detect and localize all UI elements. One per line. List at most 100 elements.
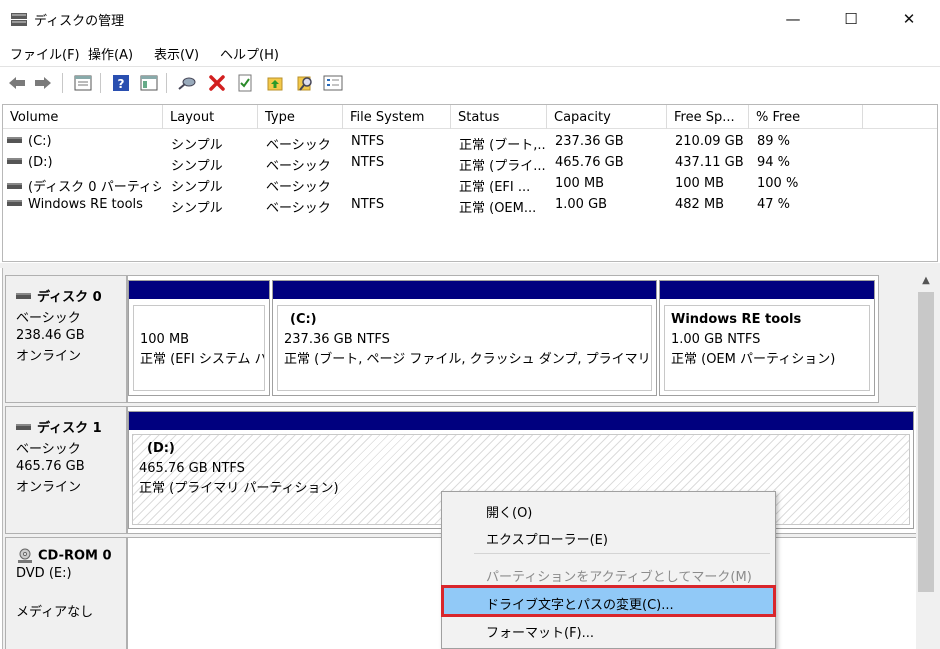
partition-windows-re[interactable]: Windows RE tools 1.00 GB NTFS 正常 (OEM パー… [659, 280, 875, 396]
disk-status: オンライン [16, 480, 82, 495]
list-header: Volume Layout Type File System Status Ca… [3, 105, 937, 129]
menu-item-open[interactable]: 開く(O) [444, 496, 773, 522]
column-status[interactable]: Status [451, 105, 547, 129]
cell-capacity: 1.00 GB [555, 197, 608, 212]
partition-status: 正常 (OEM パーティション) [671, 352, 836, 367]
cell-free-space: 210.09 GB [675, 134, 744, 149]
vertical-scrollbar[interactable]: ▲ [916, 270, 936, 649]
toolbar-separator [62, 73, 63, 93]
column-free-space[interactable]: Free Sp... [667, 105, 749, 129]
partition-title: (D:) [147, 441, 175, 456]
drive-icon [7, 136, 22, 143]
cell-free-space: 482 MB [675, 197, 725, 212]
cell-layout: シンプル [171, 201, 223, 216]
volume-list: Volume Layout Type File System Status Ca… [2, 104, 938, 262]
cell-status: 正常 (OEM... [459, 201, 537, 216]
disk-0-label[interactable]: ディスク 0 ベーシック 238.46 GB オンライン [5, 275, 127, 403]
partition-bar [129, 281, 269, 299]
forward-icon[interactable] [32, 72, 54, 94]
disk-size: 238.46 GB [16, 328, 85, 343]
minimize-button[interactable]: — [770, 0, 816, 38]
partition-size: 100 MB [140, 332, 190, 347]
partition-efi[interactable]: 100 MB 正常 (EFI システム パーティション) [128, 280, 270, 396]
table-row[interactable]: (ディスク 0 パーティショ... シンプル ベーシック 正常 (EFI ...… [3, 173, 937, 195]
cell-free-space: 100 MB [675, 176, 725, 191]
column-type[interactable]: Type [258, 105, 343, 129]
cell-volume: Windows RE tools [28, 197, 143, 212]
up-folder-icon[interactable] [264, 72, 286, 94]
disk-name: ディスク 1 [37, 421, 102, 436]
menu-file[interactable]: ファイル(F) [10, 44, 80, 63]
check-icon[interactable] [234, 72, 256, 94]
disk-1-label[interactable]: ディスク 1 ベーシック 465.76 GB オンライン [5, 406, 127, 534]
column-volume[interactable]: Volume [3, 105, 163, 129]
menu-item-change-drive-letter[interactable]: ドライブ文字とパスの変更(C)... [441, 585, 776, 617]
title-bar: ディスクの管理 — ☐ ✕ [0, 0, 940, 38]
maximize-icon: ☐ [844, 10, 858, 28]
window-title: ディスクの管理 [34, 14, 125, 29]
maximize-button[interactable]: ☐ [828, 0, 874, 38]
disk-name: ディスク 0 [37, 290, 102, 305]
disk-status: オンライン [16, 349, 82, 364]
cell-volume: (C:) [28, 134, 52, 149]
table-row[interactable]: (C:) シンプル ベーシック NTFS 正常 (ブート,... 237.36 … [3, 131, 937, 153]
cell-file-system: NTFS [351, 197, 385, 212]
table-row[interactable]: (D:) シンプル ベーシック NTFS 正常 (プライ... 465.76 G… [3, 152, 937, 174]
disk-type: ベーシック [16, 442, 81, 457]
partition-status: 正常 (EFI システム パーティション) [140, 352, 264, 367]
delete-icon[interactable] [206, 72, 228, 94]
toolbar-separator [166, 73, 167, 93]
search-icon[interactable] [294, 72, 316, 94]
chevron-up-icon[interactable]: ▲ [916, 270, 936, 290]
connect-icon[interactable] [176, 72, 198, 94]
cell-percent-free: 94 % [757, 155, 791, 170]
menu-item-mark-active[interactable]: パーティションをアクティブとしてマーク(M) [444, 560, 773, 586]
column-file-system[interactable]: File System [343, 105, 451, 129]
help-icon[interactable]: ? [110, 72, 132, 94]
partition-c[interactable]: (C:) 237.36 GB NTFS 正常 (ブート, ページ ファイル, ク… [272, 280, 657, 396]
cell-type: ベーシック [266, 138, 331, 153]
toolbar-separator [100, 73, 101, 93]
partition-size: 465.76 GB NTFS [139, 461, 245, 476]
menu-help[interactable]: ヘルプ(H) [220, 44, 279, 63]
disk-type: DVD (E:) [16, 566, 72, 581]
menu-view[interactable]: 表示(V) [154, 44, 199, 63]
cdrom-0-label[interactable]: CD-ROM 0 DVD (E:) メディアなし [5, 537, 127, 649]
drive-icon [7, 157, 22, 164]
partition-title [140, 310, 260, 330]
cell-percent-free: 100 % [757, 176, 799, 191]
table-row[interactable]: Windows RE tools シンプル ベーシック NTFS 正常 (OEM… [3, 194, 937, 216]
partition-size: 1.00 GB NTFS [671, 332, 761, 347]
scrollbar-thumb[interactable] [918, 292, 934, 592]
minimize-icon: — [785, 10, 801, 28]
partition-title: (C:) [290, 312, 317, 327]
cell-free-space: 437.11 GB [675, 155, 744, 170]
cell-capacity: 465.76 GB [555, 155, 624, 170]
close-button[interactable]: ✕ [886, 0, 932, 38]
partition-bar [273, 281, 656, 299]
column-percent-free[interactable]: % Free [749, 105, 863, 129]
cell-capacity: 100 MB [555, 176, 605, 191]
disk-name: CD-ROM 0 [38, 548, 112, 564]
disk-management-icon [11, 13, 27, 26]
partition-title: Windows RE tools [671, 312, 802, 327]
menu-item-format[interactable]: フォーマット(F)... [444, 616, 773, 642]
partition-status: 正常 (ブート, ページ ファイル, クラッシュ ダンプ, プライマリ パーティ… [284, 352, 651, 367]
properties-icon[interactable] [138, 72, 160, 94]
menu-bar: ファイル(F) 操作(A) 表示(V) ヘルプ(H) [0, 40, 940, 64]
cell-file-system: NTFS [351, 134, 385, 149]
back-icon[interactable] [6, 72, 28, 94]
column-layout[interactable]: Layout [163, 105, 258, 129]
list-view-icon[interactable] [72, 72, 94, 94]
column-capacity[interactable]: Capacity [547, 105, 667, 129]
cell-status: 正常 (ブート,... [459, 138, 545, 153]
disk-icon [16, 292, 31, 299]
settings-icon[interactable] [322, 72, 344, 94]
menu-item-explore[interactable]: エクスプローラー(E) [444, 523, 773, 549]
menu-action[interactable]: 操作(A) [88, 44, 133, 63]
drive-icon [7, 182, 22, 189]
cell-capacity: 237.36 GB [555, 134, 624, 149]
cdrom-icon [18, 548, 32, 563]
partition-bar [660, 281, 874, 299]
cell-volume: (D:) [28, 155, 53, 170]
